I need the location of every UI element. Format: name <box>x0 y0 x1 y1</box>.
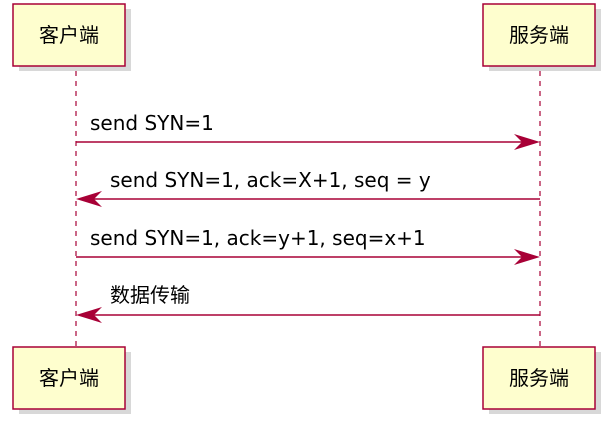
participant-client-top-label: 客户端 <box>39 23 99 47</box>
participant-server-bottom: 服务端 <box>482 346 601 414</box>
message-2-label: send SYN=1, ack=X+1, seq = y <box>110 168 431 192</box>
participant-client-top: 客户端 <box>12 3 131 71</box>
message-1: send SYN=1 <box>76 111 540 150</box>
participant-server-top: 服务端 <box>482 3 601 71</box>
participant-client-bottom-label: 客户端 <box>39 366 99 390</box>
sequence-diagram: 客户端 服务端 send SYN=1 send SYN=1, ack=X+1, … <box>12 3 601 414</box>
participant-server-bottom-label: 服务端 <box>509 366 569 390</box>
message-1-label: send SYN=1 <box>90 111 214 135</box>
message-3: send SYN=1, ack=y+1, seq=x+1 <box>76 226 540 265</box>
message-3-label: send SYN=1, ack=y+1, seq=x+1 <box>90 226 426 250</box>
message-2: send SYN=1, ack=X+1, seq = y <box>76 168 540 207</box>
message-4: 数据传输 <box>76 283 540 323</box>
message-4-label: 数据传输 <box>110 283 190 307</box>
participant-server-top-label: 服务端 <box>509 23 569 47</box>
participant-client-bottom: 客户端 <box>12 346 131 414</box>
